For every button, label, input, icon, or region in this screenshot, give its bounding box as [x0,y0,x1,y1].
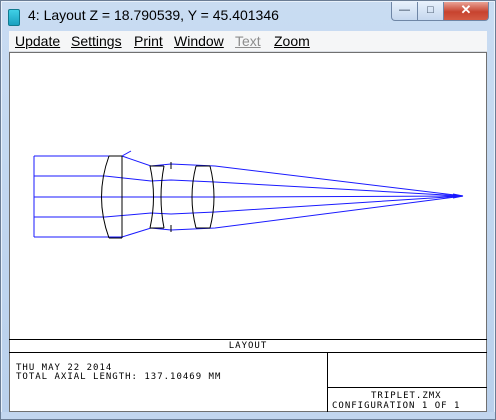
file-name-text: TRIPLET.ZMX [371,391,442,401]
configuration-text: CONFIGURATION 1 OF 1 [332,401,461,411]
axial-length-text: TOTAL AXIAL LENGTH: 137.10469 MM [16,372,222,382]
plot-heading-row: LAYOUT [9,339,487,353]
info-divider [327,352,328,412]
info-divider-horizontal [327,387,487,388]
lens-layout-drawing [33,150,464,239]
plot-heading: LAYOUT [228,341,268,351]
ray-bundle [33,150,464,238]
window-bottom-border [1,412,495,419]
layout-window: 4: Layout Z = 18.790539, Y = 45.401346 —… [0,0,496,420]
